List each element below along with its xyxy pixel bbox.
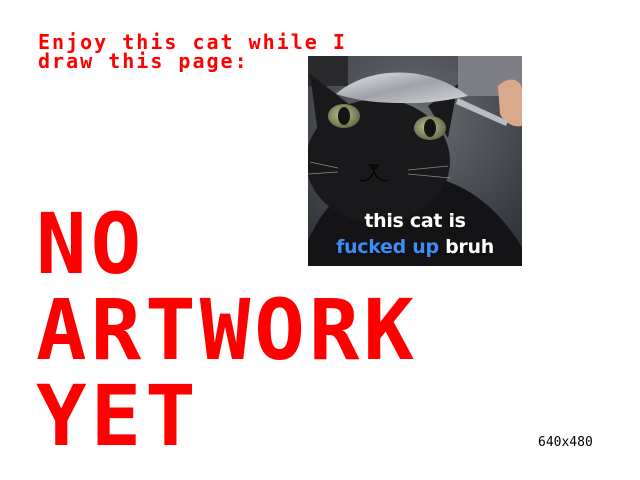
cat-illustration [308, 56, 522, 266]
dimensions-label: 640x480 [538, 435, 593, 450]
placeholder-line-2: ARTWORK [36, 281, 419, 379]
meme-caption-end: bruh [445, 236, 494, 258]
cat-meme-image: this cat is fucked up bruh [308, 56, 522, 266]
meme-caption-line-1: this cat is [364, 210, 466, 232]
meme-caption-highlight: fucked up [336, 236, 439, 258]
placeholder-line-3: YET [36, 367, 200, 465]
meme-caption-line-2: fucked up bruh [308, 236, 522, 258]
placeholder-line-1: NO [36, 195, 146, 293]
